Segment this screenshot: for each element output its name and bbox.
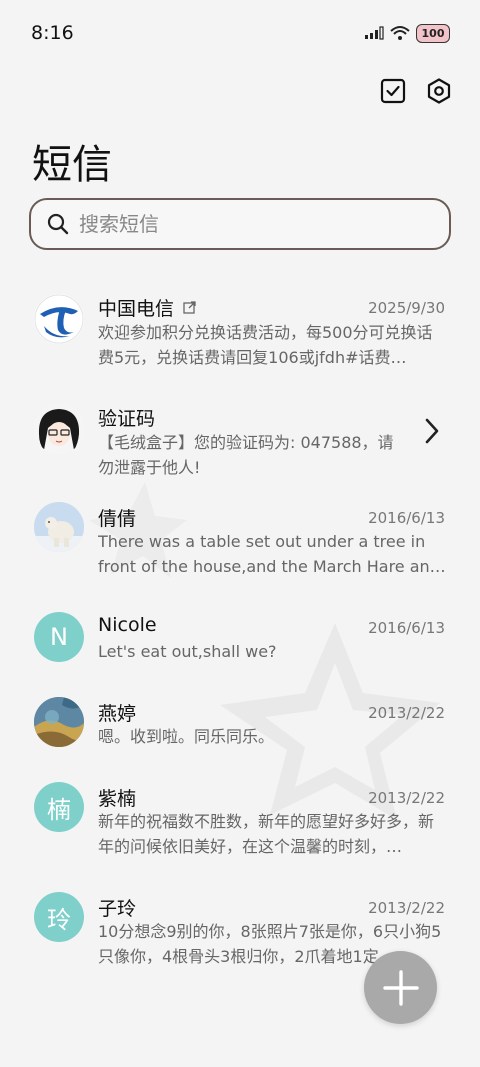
- checkbox-icon: [380, 78, 406, 104]
- conversation-item[interactable]: N Nicole 2016/6/13 Let's eat out,shall w…: [0, 606, 480, 686]
- conversation-date: 2013/2/22: [368, 899, 445, 917]
- conversation-preview: 【毛绒盒子】您的验证码为: 047588，请勿泄露于他人!: [98, 433, 394, 477]
- conversation-date: 2016/6/13: [368, 509, 445, 527]
- conversation-date: 2025/9/30: [368, 299, 445, 317]
- conversation-item[interactable]: 燕婷 2013/2/22 嗯。收到啦。同乐同乐。: [0, 691, 480, 771]
- avatar: 玲: [34, 892, 84, 942]
- conversation-item[interactable]: 倩倩 2016/6/13 There was a table set out u…: [0, 496, 480, 596]
- avatar: 楠: [34, 782, 84, 832]
- wifi-icon: [390, 26, 410, 40]
- new-message-button[interactable]: [364, 951, 437, 1024]
- plus-icon: [382, 969, 419, 1006]
- status-bar: 8:16 100: [0, 0, 480, 68]
- conversation-item[interactable]: 楠 紫楠 2013/2/22 新年的祝福数不胜数，新年的愿望好多好多，新年的问候…: [0, 776, 480, 876]
- conversation-preview: 嗯。收到啦。同乐同乐。: [98, 727, 275, 746]
- settings-button[interactable]: [426, 78, 452, 104]
- search-input[interactable]: [79, 212, 399, 236]
- search-bar[interactable]: [29, 198, 451, 250]
- page-title: 短信: [32, 142, 112, 188]
- conversation-date: 2016/6/13: [368, 619, 445, 637]
- conversation-name: 子玲: [98, 898, 137, 920]
- status-time: 8:16: [31, 22, 74, 44]
- abstract-painting-photo-icon: [34, 697, 84, 747]
- avatar: [34, 404, 84, 454]
- china-telecom-logo-icon: [34, 294, 84, 344]
- signal-icon: [365, 26, 384, 40]
- conversation-preview: There was a table set out under a tree i…: [98, 532, 446, 576]
- settings-hex-icon: [427, 78, 451, 104]
- conversation-preview: 欢迎参加积分兑换话费活动，每500分可兑换话费5元，兑换话费请回复106或jfd…: [98, 323, 433, 367]
- avatar: [34, 294, 84, 344]
- batch-select-button[interactable]: [380, 78, 406, 104]
- conversation-date: 2013/2/22: [368, 789, 445, 807]
- conversation-name: 燕婷: [98, 703, 137, 725]
- header-actions: [380, 78, 452, 104]
- conversation-name: Nicole: [98, 614, 157, 636]
- conversation-date: 2013/2/22: [368, 704, 445, 722]
- conversation-name: 中国电信: [98, 298, 175, 320]
- avatar: [34, 502, 84, 552]
- conversation-preview: 新年的祝福数不胜数，新年的愿望好多好多，新年的问候依旧美好，在这个温馨的时刻，…: [98, 812, 435, 856]
- anime-girl-avatar-icon: [34, 404, 84, 454]
- status-icons: 100: [364, 22, 450, 44]
- search-icon: [47, 213, 69, 235]
- battery-indicator: 100: [416, 23, 450, 43]
- conversation-name: 紫楠: [98, 788, 137, 810]
- conversation-item[interactable]: 验证码 【毛绒盒子】您的验证码为: 047588，请勿泄露于他人!: [0, 386, 480, 486]
- avatar: N: [34, 612, 84, 662]
- conversation-name: 验证码: [98, 408, 156, 430]
- chevron-right-icon[interactable]: [422, 417, 442, 445]
- external-link-icon: [183, 301, 196, 314]
- avatar: [34, 697, 84, 747]
- polar-bear-photo-icon: [34, 502, 84, 552]
- conversation-preview: Let's eat out,shall we?: [98, 642, 277, 661]
- conversation-name: 倩倩: [98, 508, 137, 530]
- conversation-item[interactable]: 中国电信 2025/9/30 欢迎参加积分兑换话费活动，每500分可兑换话费5元…: [0, 276, 480, 376]
